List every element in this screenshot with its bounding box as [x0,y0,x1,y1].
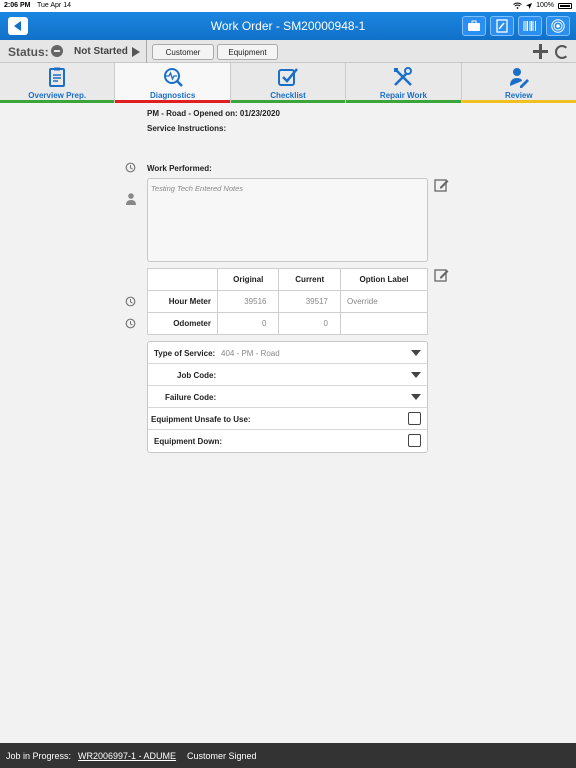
toolbar-divider [146,40,147,63]
broadcast-button[interactable] [546,16,570,36]
edit-notes-icon[interactable] [434,177,449,192]
status-value: Not Started [74,46,128,57]
add-icon[interactable] [533,44,548,59]
tab-label: Checklist [270,91,306,100]
tab-repair-work[interactable]: Repair Work [346,63,462,103]
status-label: Status: [8,45,49,59]
edit-document-icon [496,19,508,33]
tab-overview-prep[interactable]: Overview Prep. [0,63,116,103]
down-row: Equipment Down: [148,430,427,452]
meter-label: Odometer [147,312,218,335]
tools-icon [394,67,413,86]
location-icon [526,2,533,9]
edit-document-button[interactable] [490,16,514,36]
meters-table: Original Current Option Label Hour Meter… [147,268,429,335]
service-instructions-label: Service Instructions: [147,124,227,133]
meters-header-option: Option Label [339,268,429,291]
unsafe-checkbox[interactable] [408,412,421,425]
job-progress-label: Job in Progress: [6,751,72,761]
job-code-label: Job Code: [177,371,217,380]
briefcase-icon [468,20,480,31]
meter-current[interactable]: 39517 [278,290,341,313]
customer-button[interactable]: Customer [152,44,214,60]
status-date: Tue Apr 14 [37,2,71,9]
chevron-down-icon [411,350,421,356]
hour-meter-history-icon[interactable] [125,296,136,307]
failure-code-label: Failure Code: [165,393,217,402]
history-icon[interactable] [125,162,136,173]
unsafe-row: Equipment Unsafe to Use: [148,408,427,430]
refresh-icon[interactable] [555,45,569,59]
table-row: Odometer 0 0 [147,312,429,335]
odometer-history-icon[interactable] [125,318,136,329]
barcode-icon [523,21,536,31]
type-of-service-select[interactable]: Type of Service: 404 - PM - Road [148,342,427,364]
type-of-service-value: 404 - PM - Road [221,349,280,358]
tab-status-bar [346,100,461,103]
edit-meters-icon[interactable] [434,267,449,282]
status-stop-icon [51,45,63,57]
type-of-service-label: Type of Service: [154,349,216,358]
meters-header-original: Original [216,268,280,291]
work-performed-label: Work Performed: [147,164,212,173]
broadcast-icon [551,19,565,33]
meter-current[interactable]: 0 [278,312,341,335]
review-icon [509,68,529,88]
battery-percent: 100% [536,2,554,9]
meter-original: 39516 [216,290,280,313]
tab-label: Review [505,91,533,100]
table-row: Hour Meter 39516 39517 Override [147,290,429,313]
work-performed-notes[interactable]: Testing Tech Entered Notes [147,178,428,262]
customer-signed-text: Customer Signed [187,751,257,761]
checklist-icon [278,68,298,86]
tab-label: Overview Prep. [28,91,87,100]
tab-status-bar [461,100,576,103]
meter-option[interactable] [339,312,429,335]
diagnostics-icon [163,68,183,87]
briefcase-button[interactable] [462,16,486,36]
chevron-down-icon [411,372,421,378]
tab-label: Diagnostics [149,91,196,100]
status-time: 2:06 PM [4,2,31,9]
play-icon[interactable] [132,47,140,57]
tab-review[interactable]: Review [461,63,576,103]
down-label: Equipment Down: [154,437,222,446]
down-checkbox[interactable] [408,434,421,447]
failure-code-select[interactable]: Failure Code: [148,386,427,408]
job-progress-link[interactable]: WR2006997-1 - ADUME [78,751,176,761]
meter-original: 0 [216,312,280,335]
meters-header-current: Current [278,268,341,291]
wifi-icon [513,2,522,9]
meter-label: Hour Meter [147,290,218,313]
tab-status-bar [0,100,115,103]
nav-actions [462,16,570,36]
service-fields-panel: Type of Service: 404 - PM - Road Job Cod… [147,341,428,453]
tab-checklist[interactable]: Checklist [230,63,347,103]
tab-status-bar [230,100,346,103]
opened-info: PM - Road - Opened on: 01/23/2020 [147,109,280,118]
technician-icon[interactable] [124,192,138,206]
meters-header-blank [147,268,218,291]
meter-option[interactable]: Override [339,290,429,313]
tab-label: Repair Work [379,91,427,100]
equipment-button[interactable]: Equipment [217,44,278,60]
barcode-button[interactable] [518,16,542,36]
nav-bar: Work Order - SM20000948-1 [0,12,576,40]
tab-diagnostics[interactable]: Diagnostics [115,63,231,103]
chevron-down-icon [411,394,421,400]
battery-icon [558,2,572,9]
job-code-select[interactable]: Job Code: [148,364,427,386]
status-right: 100% [513,2,572,9]
meters-header-row: Original Current Option Label [147,268,429,291]
unsafe-label: Equipment Unsafe to Use: [151,415,251,424]
job-progress-footer: Job in Progress: WR2006997-1 - ADUME Cus… [0,743,576,768]
ios-status-bar: 2:06 PM Tue Apr 14 100% [0,0,576,12]
status-toolbar: Status: Not Started Customer Equipment [0,40,576,63]
tab-status-bar [115,100,230,103]
section-tabs: Overview Prep. Diagnostics Checklist Rep… [0,63,576,103]
clipboard-icon [49,67,66,87]
